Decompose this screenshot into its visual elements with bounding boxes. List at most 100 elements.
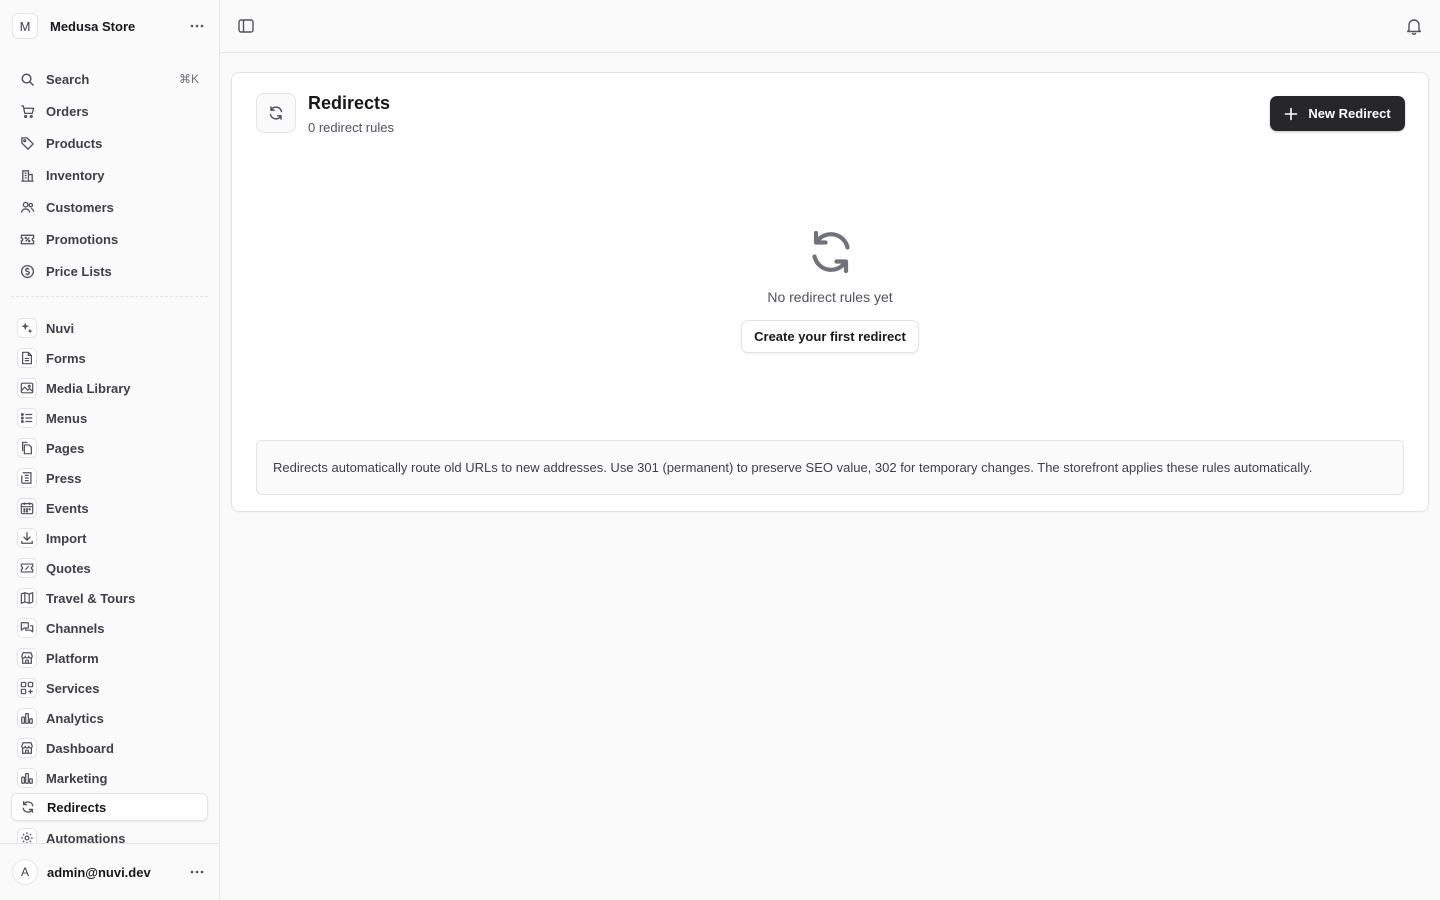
photo-icon [17,378,37,398]
currency-icon [17,261,37,281]
sidebar-item-customers[interactable]: Customers [11,193,208,221]
empty-state-text: No redirect rules yet [767,289,893,305]
info-note: Redirects automatically route old URLs t… [256,440,1404,495]
sidebar-item-promotions[interactable]: Promotions [11,225,208,253]
sidebar-item-inventory[interactable]: Inventory [11,161,208,189]
chart-bar-icon [17,708,37,728]
sidebar-item-analytics[interactable]: Analytics [11,704,208,732]
search-icon [17,69,37,89]
sidebar-item-redirects[interactable]: Redirects [11,793,208,821]
sidebar-item-label: Services [46,680,100,696]
sidebar-item-automations[interactable]: Automations [11,824,208,843]
sidebar-item-label: Price Lists [46,263,112,279]
users-icon [17,197,37,217]
redirects-card: Redirects 0 redirect rules New Redirect … [231,72,1429,512]
notifications-bell-icon[interactable] [1404,16,1424,36]
sidebar-item-menus[interactable]: Menus [11,404,208,432]
sidebar-item-label: Quotes [46,560,91,576]
sidebar-item-media-library[interactable]: Media Library [11,374,208,402]
receipt-percent-icon [17,558,37,578]
sidebar-toggle-icon[interactable] [236,16,256,36]
sidebar-item-label: Dashboard [46,740,114,756]
search-label: Search [46,71,90,87]
cog-icon [17,828,37,843]
map-icon [17,588,37,608]
store-avatar: M [12,13,38,39]
sidebar-item-events[interactable]: Events [11,494,208,522]
new-redirect-button[interactable]: New Redirect [1270,96,1405,131]
download-icon [17,528,37,548]
sidebar-item-label: Press [46,470,82,486]
sidebar-item-channels[interactable]: Channels [11,614,208,642]
sidebar-item-label: Orders [46,103,89,119]
sidebar-item-import[interactable]: Import [11,524,208,552]
sidebar-divider [11,296,208,297]
chat-bubbles-icon [17,618,37,638]
receipt-percent-icon [17,229,37,249]
sidebar-item-price-lists[interactable]: Price Lists [11,257,208,285]
sidebar-item-label: Marketing [46,770,108,786]
sidebar: M Medusa Store Search ⌘K Orders Products… [0,0,220,900]
user-avatar: A [12,859,38,885]
user-email: admin@nuvi.dev [47,864,151,880]
sidebar-item-label: Analytics [46,710,104,726]
sidebar-item-label: Import [46,530,87,546]
sidebar-item-label: Channels [46,620,105,636]
chart-bar-icon [17,768,37,788]
sidebar-item-label: Nuvi [46,320,75,336]
new-redirect-label: New Redirect [1308,106,1391,121]
sidebar-item-quotes[interactable]: Quotes [11,554,208,582]
refresh-icon [18,797,38,817]
building-storefront-icon [17,648,37,668]
store-switcher[interactable]: M Medusa Store [0,0,219,52]
sidebar-item-nuvi[interactable]: Nuvi [11,314,208,342]
sidebar-item-label: Media Library [46,380,131,396]
user-menu-icon[interactable] [187,862,207,882]
top-bar [220,0,1440,53]
cart-icon [17,101,37,121]
documents-icon [17,438,37,458]
page-title: Redirects [308,93,391,113]
document-icon [17,348,37,368]
sidebar-item-pages[interactable]: Pages [11,434,208,462]
sidebar-item-label: Forms [46,350,86,366]
squares-plus-icon [17,678,37,698]
sidebar-item-label: Automations [46,830,126,844]
refresh-icon [256,93,296,133]
redirect-count: 0 redirect rules [308,120,394,135]
sidebar-item-label: Inventory [46,167,105,183]
search-shortcut: ⌘K [178,72,199,86]
create-first-redirect-button[interactable]: Create your first redirect [741,320,919,353]
newspaper-icon [17,468,37,488]
sidebar-item-forms[interactable]: Forms [11,344,208,372]
sidebar-item-marketing[interactable]: Marketing [11,764,208,792]
sidebar-item-press[interactable]: Press [11,464,208,492]
user-menu[interactable]: A admin@nuvi.dev [0,843,219,900]
calendar-icon [17,498,37,518]
search-button[interactable]: Search ⌘K [11,65,208,93]
plus-icon [1284,107,1298,121]
store-menu-icon[interactable] [187,16,207,36]
sidebar-nav: Search ⌘K Orders Products Inventory Cust… [0,63,219,843]
building-storefront-icon [17,738,37,758]
sidebar-item-services[interactable]: Services [11,674,208,702]
store-name: Medusa Store [50,18,136,34]
sidebar-item-label: Travel & Tours [46,590,136,606]
sidebar-item-label: Menus [46,410,88,426]
sidebar-item-orders[interactable]: Orders [11,97,208,125]
sparkles-icon [17,318,37,338]
sidebar-item-dashboard[interactable]: Dashboard [11,734,208,762]
sidebar-item-label: Customers [46,199,114,215]
sidebar-item-label: Promotions [46,231,119,247]
sidebar-item-label: Redirects [47,799,107,815]
sidebar-item-label: Platform [46,650,99,666]
sidebar-item-products[interactable]: Products [11,129,208,157]
sidebar-item-label: Products [46,135,103,151]
sidebar-item-travel-tours[interactable]: Travel & Tours [11,584,208,612]
sidebar-item-platform[interactable]: Platform [11,644,208,672]
building-icon [17,165,37,185]
sidebar-item-label: Events [46,500,89,516]
sidebar-item-label: Pages [46,440,85,456]
refresh-icon [807,228,855,276]
tag-icon [17,133,37,153]
